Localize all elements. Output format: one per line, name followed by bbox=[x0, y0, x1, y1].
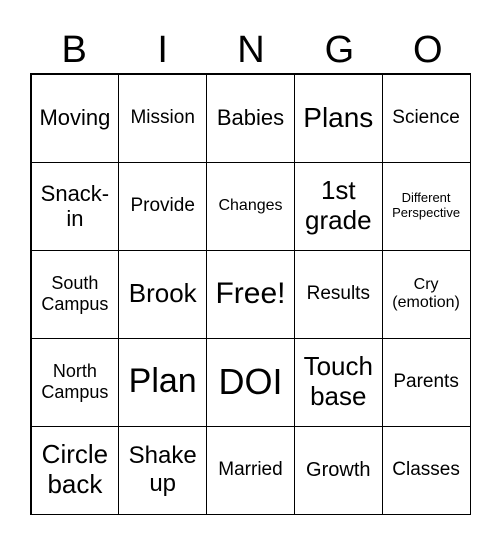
header-letter-b: B bbox=[61, 29, 87, 71]
bingo-cell[interactable]: Science bbox=[381, 73, 471, 163]
bingo-cell[interactable]: Cry (emotion) bbox=[381, 249, 471, 339]
cell-label: Plans bbox=[303, 101, 374, 133]
cell-label: Moving bbox=[39, 105, 111, 131]
bingo-cell[interactable]: 1st grade bbox=[293, 161, 383, 251]
header-letter-n: N bbox=[237, 29, 265, 71]
cell-label: Brook bbox=[128, 278, 197, 309]
bingo-cell[interactable]: Parents bbox=[381, 337, 471, 427]
bingo-cell[interactable]: Moving bbox=[30, 73, 120, 163]
cell-label: Different Perspective bbox=[392, 190, 461, 220]
cell-label: North Campus bbox=[41, 361, 109, 402]
bingo-cell[interactable]: DOI bbox=[206, 337, 295, 427]
cell-label: Free! bbox=[215, 276, 286, 310]
cell-label: Plan bbox=[128, 362, 197, 401]
bingo-cell[interactable]: Results bbox=[293, 249, 383, 339]
header-letter-i: I bbox=[157, 29, 168, 71]
bingo-grid: Moving Mission Babies Plans Science Snack- in… bbox=[30, 73, 471, 515]
cell-label: Parents bbox=[393, 371, 459, 393]
bingo-header: B I N G O bbox=[30, 28, 472, 72]
cell-label: Circle back bbox=[41, 439, 109, 499]
cell-label: Science bbox=[392, 107, 460, 129]
header-letter-o: O bbox=[413, 29, 443, 71]
cell-label: 1st grade bbox=[305, 175, 372, 235]
bingo-cell[interactable]: Plan bbox=[118, 337, 208, 427]
bingo-cell[interactable]: Married bbox=[206, 425, 295, 515]
bingo-cell[interactable]: Snack- in bbox=[30, 161, 120, 251]
cell-label: Touch base bbox=[303, 351, 373, 411]
cell-label: Classes bbox=[392, 459, 460, 481]
cell-label: Cry (emotion) bbox=[392, 275, 460, 311]
cell-label: Snack- in bbox=[40, 180, 110, 231]
bingo-cell[interactable]: Different Perspective bbox=[381, 161, 471, 251]
cell-label: DOI bbox=[218, 361, 283, 403]
cell-label: Shake up bbox=[128, 442, 197, 497]
bingo-cell[interactable]: Babies bbox=[206, 73, 295, 163]
bingo-cell[interactable]: Shake up bbox=[118, 425, 208, 515]
cell-label: South Campus bbox=[41, 273, 109, 314]
bingo-cell[interactable]: Changes bbox=[206, 161, 295, 251]
cell-label: Mission bbox=[130, 107, 195, 129]
bingo-cell[interactable]: Brook bbox=[118, 249, 208, 339]
bingo-cell[interactable]: Touch base bbox=[293, 337, 383, 427]
bingo-cell[interactable]: Circle back bbox=[30, 425, 120, 515]
cell-label: Changes bbox=[218, 196, 283, 214]
bingo-cell[interactable]: Provide bbox=[118, 161, 208, 251]
bingo-cell[interactable]: Classes bbox=[381, 425, 471, 515]
cell-label: Growth bbox=[306, 458, 371, 481]
cell-label: Results bbox=[306, 283, 370, 305]
bingo-cell[interactable]: Plans bbox=[293, 73, 383, 163]
bingo-cell[interactable]: Mission bbox=[118, 73, 208, 163]
cell-label: Babies bbox=[216, 105, 285, 131]
bingo-cell[interactable]: South Campus bbox=[30, 249, 120, 339]
header-letter-g: G bbox=[324, 29, 355, 71]
cell-label: Married bbox=[218, 459, 283, 481]
cell-label: Provide bbox=[130, 195, 195, 217]
bingo-cell[interactable]: Free! bbox=[206, 249, 295, 339]
bingo-cell[interactable]: Growth bbox=[293, 425, 383, 515]
bingo-cell[interactable]: North Campus bbox=[30, 337, 120, 427]
